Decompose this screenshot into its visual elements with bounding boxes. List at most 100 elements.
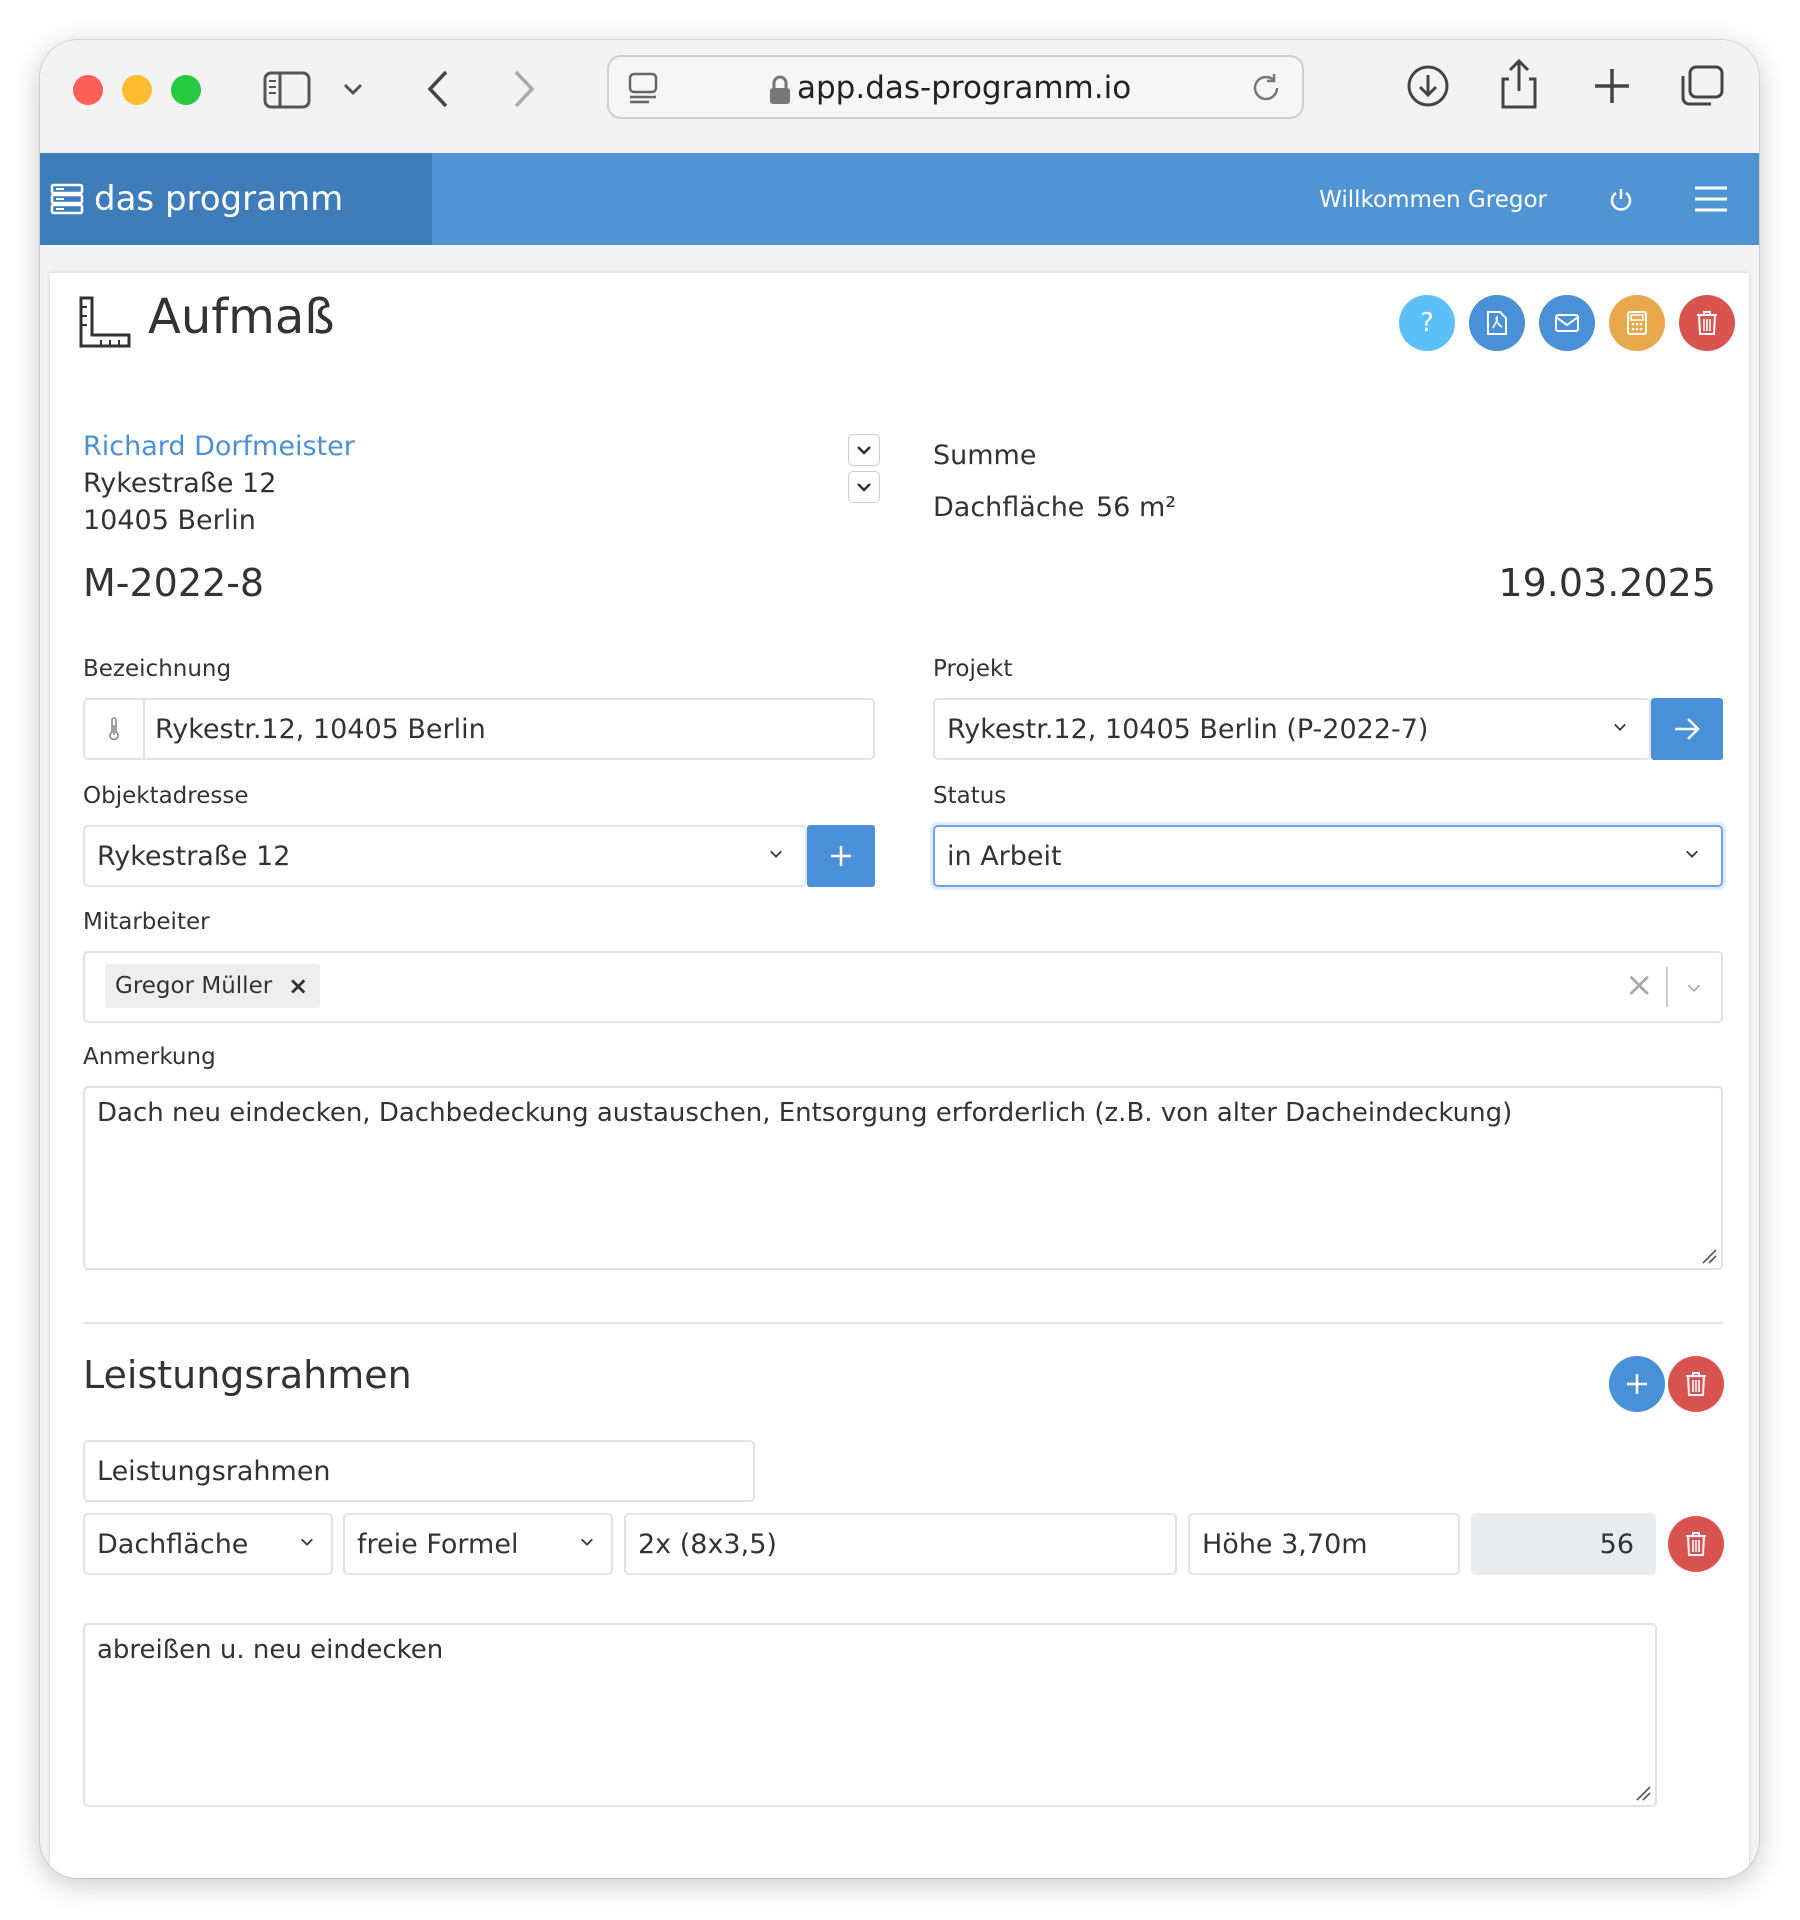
trash-icon [1686,1372,1706,1396]
objektadresse-select[interactable]: Rykestraße 12 [83,825,807,887]
url-text: app.das-programm.io [797,70,1132,106]
description-textarea[interactable]: abreißen u. neu eindecken [83,1623,1657,1807]
chevron-down-icon [301,1538,313,1546]
result-field: 56 [1471,1513,1656,1575]
leistung-mode-select[interactable]: freie Formel [343,1513,613,1575]
objektadresse-value: Rykestraße 12 [97,841,291,872]
customer-city: 10405 Berlin [83,505,256,536]
welcome-text: Willkommen Gregor [1319,187,1547,213]
leistung-type-value: Dachfläche [97,1529,249,1560]
objektadresse-label: Objektadresse [83,783,249,809]
expand-details-button[interactable] [848,471,880,503]
note-input[interactable]: Höhe 3,70m [1188,1513,1460,1575]
ruler-icon [78,295,132,353]
chevron-down-icon[interactable] [1687,981,1701,995]
download-icon[interactable] [1404,62,1452,110]
forward-icon[interactable] [506,65,542,113]
page-menu-icon[interactable] [627,71,661,109]
sidebar-toggle-icon[interactable] [262,68,312,112]
customer-name-link[interactable]: Richard Dorfmeister [83,431,355,462]
power-icon[interactable] [1608,187,1634,217]
chevron-down-icon [1614,723,1626,731]
delete-button[interactable] [1679,295,1735,351]
mail-icon [1555,314,1579,332]
formula-input[interactable]: 2x (8x3,5) [624,1513,1177,1575]
leistung-type-select[interactable]: Dachfläche [83,1513,333,1575]
back-icon[interactable] [420,65,456,113]
thermometer-icon [109,717,119,741]
close-window-button[interactable] [73,75,103,105]
document-number: M-2022-8 [83,561,265,605]
status-label: Status [933,783,1007,809]
browser-toolbar: app.das-programm.io [40,40,1759,153]
note-value: Höhe 3,70m [1202,1529,1368,1560]
input-addon [85,700,145,758]
trash-icon [1686,1532,1706,1556]
anmerkung-textarea[interactable]: Dach neu eindecken, Dachbedeckung austau… [83,1086,1723,1270]
add-address-button[interactable] [807,825,875,887]
app-navbar: das programm Willkommen Gregor [40,153,1759,245]
minimize-window-button[interactable] [122,75,152,105]
result-value: 56 [1599,1529,1634,1560]
select-divider [1666,967,1668,1007]
maximize-window-button[interactable] [171,75,201,105]
section-divider [83,1322,1723,1324]
clear-icon[interactable]: × [1625,965,1654,1005]
add-leistung-button[interactable] [1609,1356,1665,1412]
delete-leistungsrahmen-button[interactable] [1668,1356,1724,1412]
description-value: abreißen u. neu eindecken [97,1635,444,1665]
projekt-label: Projekt [933,656,1013,682]
address-bar[interactable]: app.das-programm.io [607,55,1304,119]
anmerkung-value: Dach neu eindecken, Dachbedeckung austau… [97,1098,1513,1128]
bezeichnung-label: Bezeichnung [83,656,232,682]
mitarbeiter-label: Mitarbeiter [83,909,210,935]
lock-icon [769,75,791,109]
arrow-right-icon [1675,718,1700,740]
mitarbeiter-tag: Gregor Müller × [105,964,321,1008]
trash-icon [1697,311,1717,335]
leistung-mode-value: freie Formel [357,1529,519,1560]
projekt-value: Rykestr.12, 10405 Berlin (P-2022-7) [947,714,1429,745]
brand-name: das programm [94,179,344,219]
resize-handle-icon[interactable] [1701,1248,1717,1264]
formula-value: 2x (8x3,5) [638,1529,777,1560]
mitarbeiter-multiselect[interactable]: Gregor Müller × × [83,951,1723,1023]
resize-handle-icon[interactable] [1635,1785,1651,1801]
chevron-down-icon[interactable] [340,76,366,102]
leistungsrahmen-name-input[interactable]: Leistungsrahmen [83,1440,755,1502]
plus-icon [831,846,851,866]
brand[interactable]: das programm [40,153,432,245]
bezeichnung-field[interactable]: Rykestr.12, 10405 Berlin [83,698,875,760]
document-date: 19.03.2025 [1498,561,1716,605]
summary-heading: Summe [933,440,1037,471]
plus-icon [1627,1374,1647,1394]
leistungsrahmen-name-value: Leistungsrahmen [97,1456,331,1487]
chevron-down-icon [770,850,782,858]
projekt-select[interactable]: Rykestr.12, 10405 Berlin (P-2022-7) [933,698,1651,760]
calculator-button[interactable] [1609,295,1665,351]
status-value: in Arbeit [947,841,1062,872]
open-project-button[interactable] [1651,698,1723,760]
help-button[interactable]: ? [1399,295,1455,351]
main-panel: Aufmaß ? Richard Dorfmeister Rykestraße … [50,273,1749,1878]
customer-street: Rykestraße 12 [83,468,277,499]
reload-icon[interactable] [1249,71,1283,109]
new-tab-icon[interactable] [1590,64,1634,108]
tag-label: Gregor Müller [115,973,273,999]
leistungsrahmen-heading: Leistungsrahmen [83,1353,412,1397]
expand-address-button[interactable] [848,434,880,466]
remove-tag-icon[interactable]: × [288,972,308,1000]
server-icon [50,183,84,219]
share-icon[interactable] [1495,56,1543,112]
chevron-down-icon [857,446,871,455]
pdf-button[interactable] [1469,295,1525,351]
tab-overview-icon[interactable] [1677,62,1727,110]
mail-button[interactable] [1539,295,1595,351]
delete-row-button[interactable] [1668,1516,1724,1572]
browser-window: app.das-programm.io das programm Willkom… [40,40,1759,1878]
summary-label: Dachfläche [933,492,1085,523]
hamburger-menu-icon[interactable] [1694,185,1728,217]
pdf-icon [1487,311,1507,335]
status-select[interactable]: in Arbeit [933,825,1723,887]
calculator-icon [1627,311,1647,335]
